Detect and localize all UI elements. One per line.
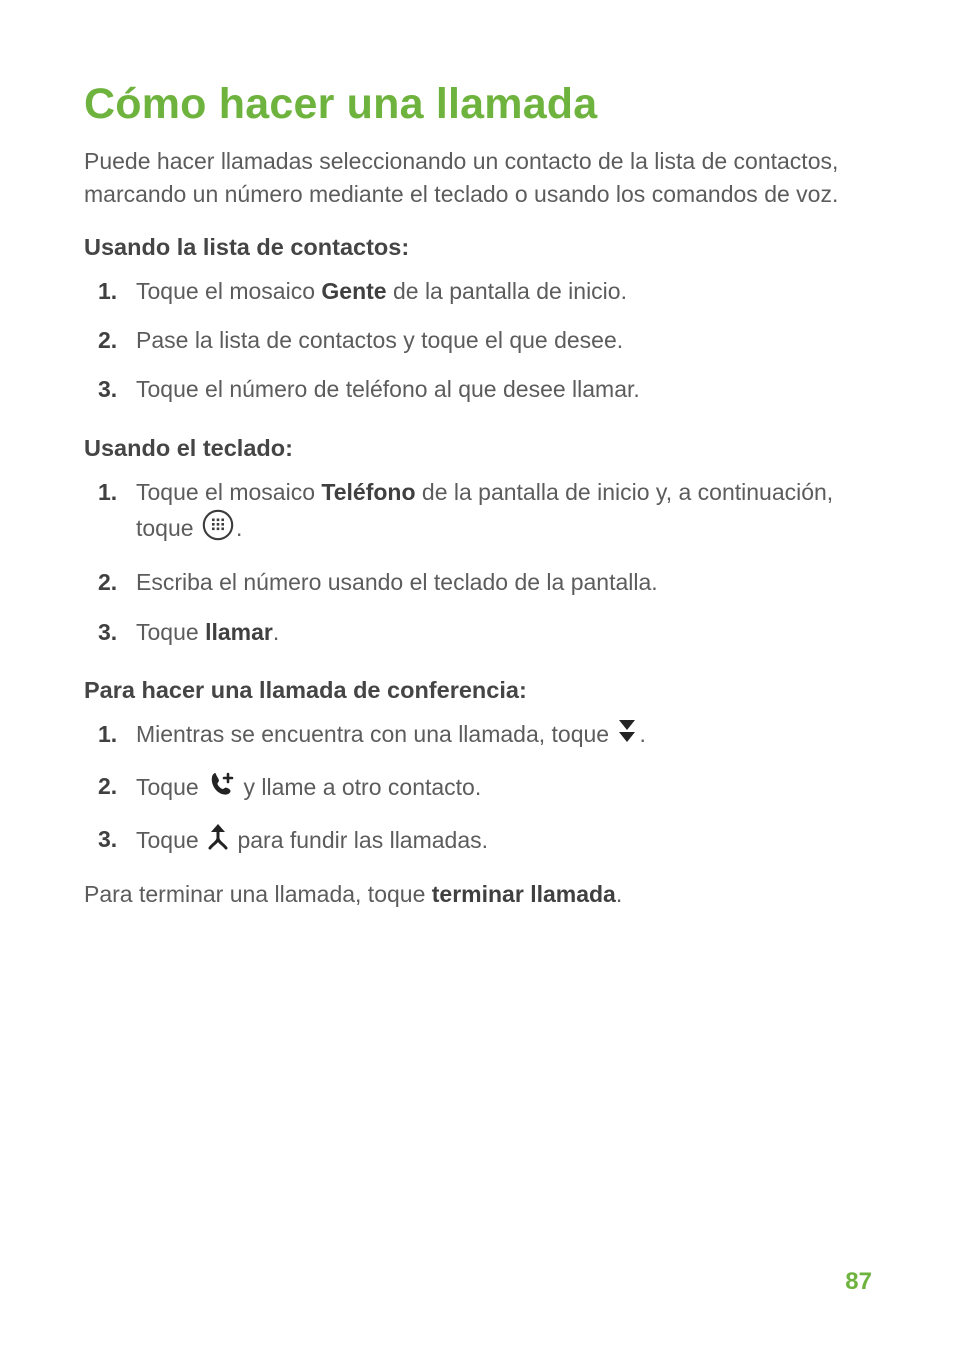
step-text: Mientras se encuentra con una llamada, t… <box>136 721 615 747</box>
merge-calls-icon <box>207 823 229 860</box>
closing-paragraph: Para terminar una llamada, toque termina… <box>84 878 874 911</box>
step-text: Toque el número de teléfono al que desee… <box>136 376 640 402</box>
section-heading-conference: Para hacer una llamada de conferencia: <box>84 677 874 704</box>
step-text: para fundir las llamadas. <box>231 827 488 853</box>
list-item: Toque y llame a otro contacto. <box>126 770 874 807</box>
double-triangle-down-icon <box>617 718 637 753</box>
section-heading-keypad: Usando el teclado: <box>84 435 874 462</box>
add-call-icon <box>207 770 235 807</box>
step-text: . <box>639 721 645 747</box>
dialpad-icon <box>202 509 234 550</box>
step-text: Pase la lista de contactos y toque el qu… <box>136 327 623 353</box>
list-item: Toque el mosaico Teléfono de la pantalla… <box>126 476 874 551</box>
list-item: Toque llamar. <box>126 616 874 649</box>
step-text: . <box>236 515 242 541</box>
list-item: Toque el número de teléfono al que desee… <box>126 373 874 406</box>
bold-text: Teléfono <box>321 479 415 505</box>
list-item: Toque para fundir las llamadas. <box>126 823 874 860</box>
bold-text: terminar llamada <box>432 881 616 907</box>
bold-text: llamar <box>205 619 273 645</box>
step-text: Toque <box>136 827 205 853</box>
list-item: Toque el mosaico Gente de la pantalla de… <box>126 275 874 308</box>
page: Cómo hacer una llamada Puede hacer llama… <box>0 0 954 1354</box>
step-text: Toque <box>136 619 205 645</box>
step-text: Escriba el número usando el teclado de l… <box>136 569 658 595</box>
step-text: de la pantalla de inicio. <box>387 278 627 304</box>
list-item: Mientras se encuentra con una llamada, t… <box>126 718 874 754</box>
closing-text: Para terminar una llamada, toque <box>84 881 432 907</box>
steps-conference: Mientras se encuentra con una llamada, t… <box>84 718 874 860</box>
steps-contacts: Toque el mosaico Gente de la pantalla de… <box>84 275 874 407</box>
page-number: 87 <box>845 1268 872 1296</box>
step-text: Toque el mosaico <box>136 278 321 304</box>
list-item: Pase la lista de contactos y toque el qu… <box>126 324 874 357</box>
bold-text: Gente <box>321 278 386 304</box>
step-text: Toque el mosaico <box>136 479 321 505</box>
section-heading-contacts: Usando la lista de contactos: <box>84 234 874 261</box>
list-item: Escriba el número usando el teclado de l… <box>126 566 874 599</box>
step-text: y llame a otro contacto. <box>237 773 481 799</box>
step-text: Toque <box>136 773 205 799</box>
intro-paragraph: Puede hacer llamadas seleccionando un co… <box>84 145 874 212</box>
page-title: Cómo hacer una llamada <box>84 80 874 129</box>
steps-keypad: Toque el mosaico Teléfono de la pantalla… <box>84 476 874 649</box>
step-text: . <box>273 619 279 645</box>
closing-text: . <box>616 881 622 907</box>
